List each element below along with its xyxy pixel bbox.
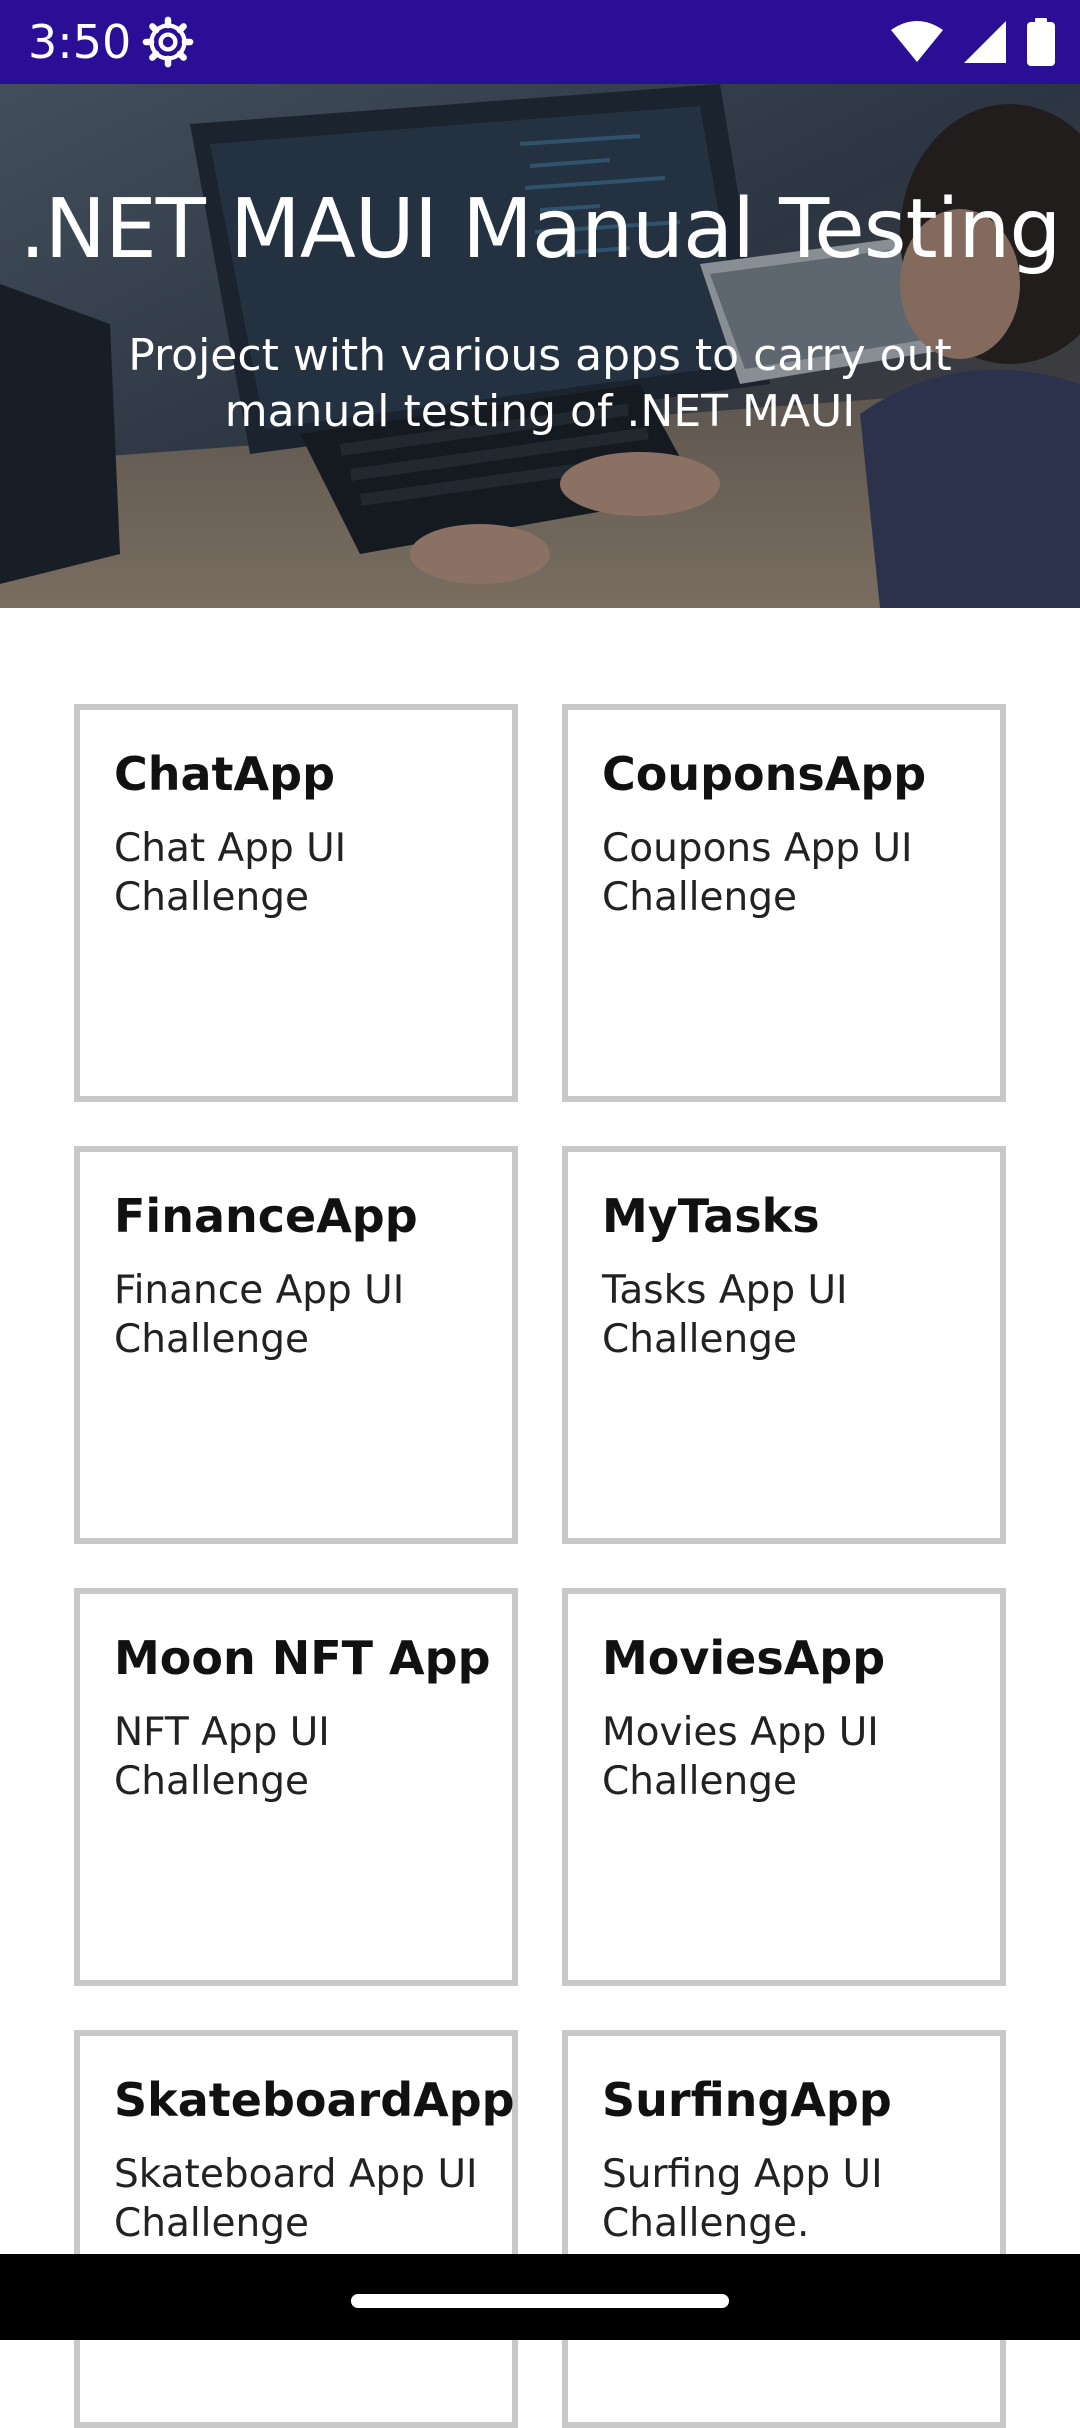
status-icons: [890, 14, 1056, 70]
app-card-couponsapp[interactable]: CouponsApp Coupons App UI Challenge: [562, 704, 1006, 1102]
status-bar: 3:50: [0, 0, 1080, 84]
app-card-surfingapp[interactable]: SurfingApp Surfing App UI Challenge.: [562, 2030, 1006, 2428]
app-card-moon-nft-app[interactable]: Moon NFT App NFT App UI Challenge: [74, 1588, 518, 1986]
app-card-title: MyTasks: [602, 1189, 820, 1243]
app-card-title: Moon NFT App: [114, 1631, 491, 1685]
app-card-description: Finance App UI Challenge: [114, 1268, 405, 1362]
app-card-moviesapp[interactable]: MoviesApp Movies App UI Challenge: [562, 1588, 1006, 1986]
app-card-financeapp[interactable]: FinanceApp Finance App UI Challenge: [74, 1146, 518, 1544]
page-title: .NET MAUI Manual Testing: [19, 182, 1062, 277]
battery-icon: [1027, 18, 1055, 66]
app-card-chatapp[interactable]: ChatApp Chat App UI Challenge: [74, 704, 518, 1102]
status-time: 3:50: [28, 15, 132, 69]
app-card-description: Skateboard App UI Challenge: [114, 2152, 478, 2246]
system-navigation-bar: [0, 2254, 1080, 2340]
app-card-title: FinanceApp: [114, 1189, 418, 1243]
app-card-title: SkateboardApp: [114, 2073, 515, 2127]
app-card-title: ChatApp: [114, 747, 335, 801]
app-card-mytasks[interactable]: MyTasks Tasks App UI Challenge: [562, 1146, 1006, 1544]
hero-banner: .NET MAUI Manual Testing Project with va…: [0, 84, 1080, 608]
app-grid: ChatApp Chat App UI Challenge CouponsApp…: [74, 704, 1006, 2428]
app-card-description: Coupons App UI Challenge: [602, 826, 913, 920]
app-card-description: Surfing App UI Challenge.: [602, 2152, 883, 2246]
app-card-title: CouponsApp: [602, 747, 927, 801]
home-gesture-handle[interactable]: [351, 2294, 729, 2308]
app-card-description: NFT App UI Challenge: [114, 1710, 330, 1804]
app-card-description: Tasks App UI Challenge: [602, 1268, 848, 1362]
settings-gear-icon: [142, 16, 194, 68]
app-card-description: Movies App UI Challenge: [602, 1710, 879, 1804]
app-card-title: SurfingApp: [602, 2073, 892, 2127]
signal-icon: [964, 21, 1006, 63]
page-subtitle: Project with various apps to carry out m…: [128, 330, 952, 437]
app-card-title: MoviesApp: [602, 1631, 886, 1685]
wifi-icon: [891, 21, 943, 62]
app-card-skateboardapp[interactable]: SkateboardApp Skateboard App UI Challeng…: [74, 2030, 518, 2428]
app-card-description: Chat App UI Challenge: [114, 826, 347, 920]
